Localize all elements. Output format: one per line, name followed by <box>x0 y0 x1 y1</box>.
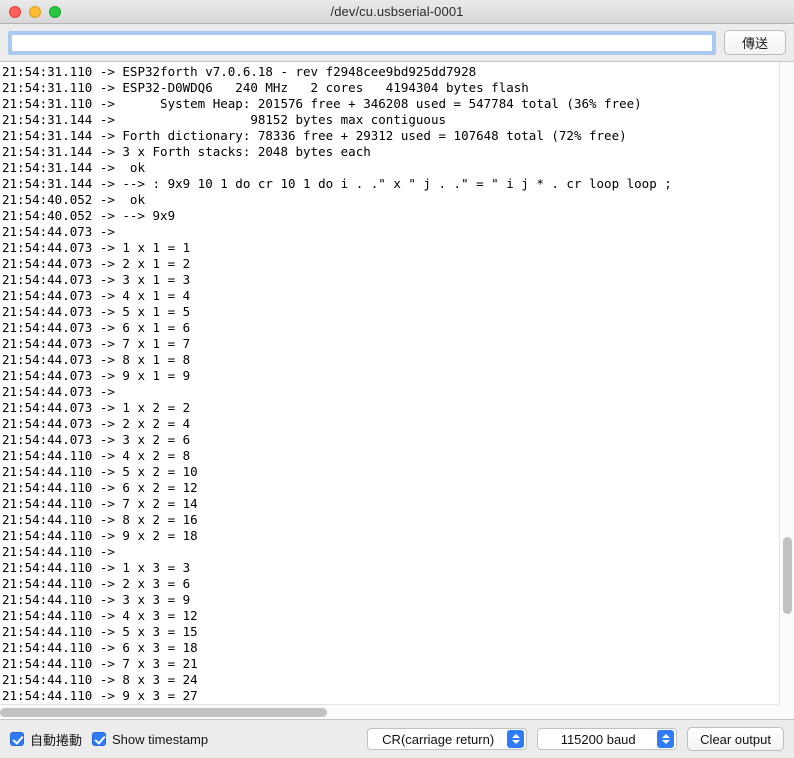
clear-output-button[interactable]: Clear output <box>687 727 784 751</box>
terminal-line: 21:54:44.073 -> 3 x 2 = 6 <box>2 432 191 447</box>
terminal-line: 21:54:44.073 -> 9 x 1 = 9 <box>2 368 191 383</box>
terminal-output[interactable]: 21:54:31.110 -> ESP32forth v7.0.6.18 - r… <box>0 62 779 704</box>
terminal-line: 21:54:44.110 -> 9 x 2 = 18 <box>2 528 198 543</box>
terminal-line: 21:54:44.073 -> 1 x 2 = 2 <box>2 400 191 415</box>
terminal-line: 21:54:44.073 -> 2 x 2 = 4 <box>2 416 191 431</box>
chevron-updown-icon <box>657 730 675 748</box>
terminal-line: 21:54:44.073 -> 5 x 1 = 5 <box>2 304 191 319</box>
terminal-line: 21:54:40.052 -> ok <box>2 192 145 207</box>
show-timestamp-checkbox[interactable]: Show timestamp <box>92 732 208 747</box>
terminal-line: 21:54:31.110 -> System Heap: 201576 free… <box>2 96 642 111</box>
terminal-line: 21:54:44.110 -> 7 x 3 = 21 <box>2 656 198 671</box>
maximize-button[interactable] <box>49 5 61 18</box>
baud-rate-value: 115200 baud <box>560 731 636 747</box>
chevron-updown-icon <box>507 730 525 748</box>
terminal-line: 21:54:44.110 -> 1 x 3 = 3 <box>2 560 191 575</box>
terminal-line: 21:54:44.073 -> <box>2 224 115 239</box>
terminal-line: 21:54:44.073 -> 8 x 1 = 8 <box>2 352 191 367</box>
terminal-line: 21:54:44.110 -> 7 x 2 = 14 <box>2 496 198 511</box>
terminal-line: 21:54:44.073 -> 4 x 1 = 4 <box>2 288 191 303</box>
terminal-line: 21:54:31.110 -> ESP32-D0WDQ6 240 MHz 2 c… <box>2 80 529 95</box>
terminal-line: 21:54:31.144 -> ok <box>2 160 145 175</box>
bottom-toolbar: 自動捲動 Show timestamp CR(carriage return) … <box>0 720 794 758</box>
terminal-line: 21:54:44.110 -> 4 x 2 = 8 <box>2 448 191 463</box>
terminal-line: 21:54:44.073 -> 7 x 1 = 7 <box>2 336 191 351</box>
checkbox-checked-icon <box>92 732 107 746</box>
window-controls <box>0 5 61 18</box>
command-input[interactable] <box>8 30 716 55</box>
command-input-row: 傳送 <box>0 24 794 62</box>
terminal-line: 21:54:44.073 -> 2 x 1 = 2 <box>2 256 191 271</box>
send-button[interactable]: 傳送 <box>724 30 786 55</box>
terminal-line: 21:54:44.073 -> <box>2 384 115 399</box>
line-ending-value: CR(carriage return) <box>382 731 495 747</box>
terminal-line: 21:54:44.110 -> 8 x 3 = 24 <box>2 672 198 687</box>
terminal-line: 21:54:44.110 -> 5 x 2 = 10 <box>2 464 198 479</box>
terminal-line: 21:54:44.110 -> 6 x 2 = 12 <box>2 480 198 495</box>
terminal-line: 21:54:44.110 -> 2 x 3 = 6 <box>2 576 191 591</box>
minimize-button[interactable] <box>29 5 41 18</box>
terminal-line: 21:54:44.073 -> 6 x 1 = 6 <box>2 320 191 335</box>
autoscroll-label: 自動捲動 <box>30 732 83 748</box>
terminal-line: 21:54:31.144 -> 3 x Forth stacks: 2048 b… <box>2 144 371 159</box>
terminal-line: 21:54:44.110 -> <box>2 544 115 559</box>
terminal-line: 21:54:44.110 -> 6 x 3 = 18 <box>2 640 198 655</box>
baud-rate-select[interactable]: 115200 baud <box>537 728 678 750</box>
horizontal-scrollbar-thumb[interactable] <box>0 708 328 717</box>
autoscroll-checkbox[interactable]: 自動捲動 <box>10 730 82 749</box>
terminal-line: 21:54:44.073 -> 1 x 1 = 1 <box>2 240 191 255</box>
title-bar: /dev/cu.usbserial-0001 <box>0 0 794 24</box>
horizontal-scrollbar[interactable] <box>0 704 779 719</box>
terminal-output-panel: 21:54:31.110 -> ESP32forth v7.0.6.18 - r… <box>0 62 794 720</box>
checkbox-checked-icon <box>10 732 24 746</box>
close-button[interactable] <box>9 5 21 18</box>
terminal-line: 21:54:31.144 -> Forth dictionary: 78336 … <box>2 128 627 143</box>
terminal-line: 21:54:31.110 -> ESP32forth v7.0.6.18 - r… <box>2 64 477 79</box>
show-timestamp-label: Show timestamp <box>112 731 209 747</box>
terminal-line: 21:54:44.110 -> 3 x 3 = 9 <box>2 592 191 607</box>
terminal-line: 21:54:44.110 -> 5 x 3 = 15 <box>2 624 198 639</box>
line-ending-select[interactable]: CR(carriage return) <box>367 728 528 750</box>
vertical-scrollbar[interactable] <box>779 62 794 704</box>
terminal-line: 21:54:44.110 -> 9 x 3 = 27 <box>2 688 198 703</box>
vertical-scrollbar-thumb[interactable] <box>783 537 792 615</box>
scrollbar-corner <box>779 704 794 719</box>
window-title: /dev/cu.usbserial-0001 <box>330 4 464 19</box>
terminal-line: 21:54:44.110 -> 8 x 2 = 16 <box>2 512 198 527</box>
terminal-line: 21:54:40.052 -> --> 9x9 <box>2 208 176 223</box>
terminal-line: 21:54:44.073 -> 3 x 1 = 3 <box>2 272 191 287</box>
terminal-line: 21:54:31.144 -> --> : 9x9 10 1 do cr 10 … <box>2 176 672 191</box>
terminal-line: 21:54:31.144 -> 98152 bytes max contiguo… <box>2 112 447 127</box>
terminal-line: 21:54:44.110 -> 4 x 3 = 12 <box>2 608 198 623</box>
serial-monitor-window: /dev/cu.usbserial-0001 傳送 21:54:31.110 -… <box>0 0 794 758</box>
